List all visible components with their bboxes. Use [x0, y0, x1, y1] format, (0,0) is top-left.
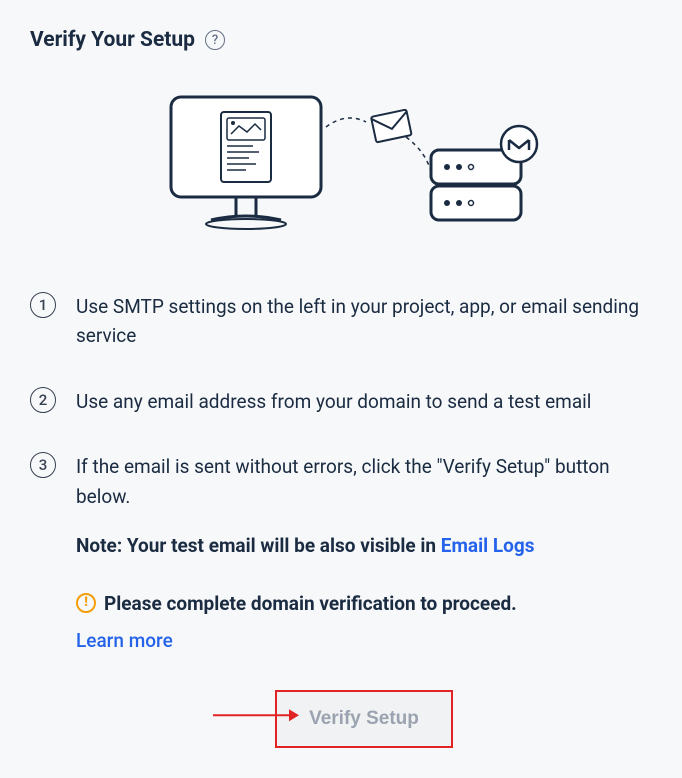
- email-logs-link[interactable]: Email Logs: [441, 534, 535, 557]
- note-prefix: Note: Your test email will be also visib…: [76, 534, 441, 557]
- page-header: Verify Your Setup ?: [30, 28, 652, 52]
- warning-line: ! Please complete domain verification to…: [76, 589, 652, 618]
- warning-icon: !: [76, 593, 96, 613]
- step-2: 2 Use any email address from your domain…: [30, 387, 652, 416]
- button-row: Verify Setup: [76, 690, 652, 748]
- warning-text: Please complete domain verification to p…: [104, 589, 517, 618]
- learn-more-link[interactable]: Learn more: [76, 626, 173, 655]
- steps-list: 1 Use SMTP settings on the left in your …: [30, 292, 652, 748]
- help-icon[interactable]: ?: [205, 30, 225, 50]
- note-line: Note: Your test email will be also visib…: [76, 531, 652, 560]
- step-text: Use any email address from your domain t…: [76, 387, 652, 416]
- step-body: If the email is sent without errors, cli…: [76, 452, 652, 747]
- step-3: 3 If the email is sent without errors, c…: [30, 452, 652, 747]
- annotation-arrow-icon: [211, 704, 301, 733]
- step-text: If the email is sent without errors, cli…: [76, 455, 610, 507]
- step-text: Use SMTP settings on the left in your pr…: [76, 292, 652, 351]
- setup-illustration: [30, 82, 652, 242]
- verify-setup-button[interactable]: Verify Setup: [275, 690, 453, 748]
- page-title: Verify Your Setup: [30, 28, 195, 52]
- step-number-badge: 3: [30, 452, 56, 478]
- step-number-badge: 2: [30, 387, 56, 413]
- step-1: 1 Use SMTP settings on the left in your …: [30, 292, 652, 351]
- step-number-badge: 1: [30, 292, 56, 318]
